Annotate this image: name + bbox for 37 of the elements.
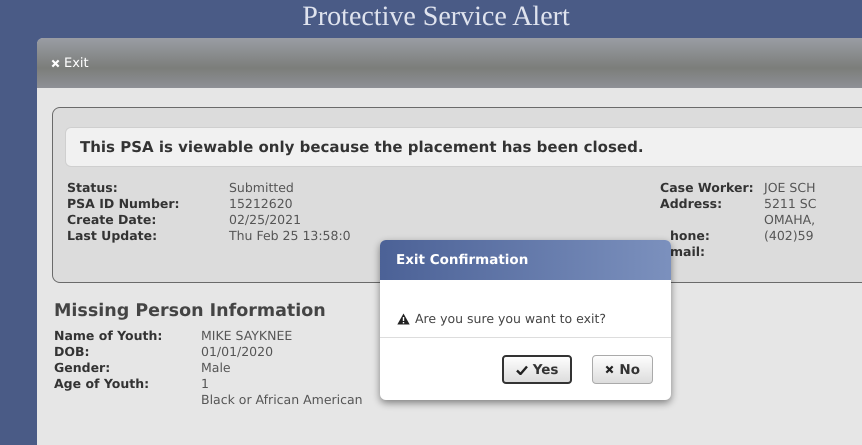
field-value: OMAHA,: [764, 212, 816, 228]
field-label: Case Worker:: [660, 180, 754, 196]
field-label: Status:: [67, 180, 118, 196]
field-label: mail:: [669, 244, 706, 260]
field-label: Name of Youth:: [54, 328, 162, 344]
dialog-button[interactable]: Yes: [502, 355, 572, 384]
field-label: Last Update:: [67, 228, 158, 244]
dialog-title: Exit Confirmation: [380, 240, 671, 280]
check-icon: [516, 364, 528, 374]
field-value: Submitted: [229, 180, 294, 196]
field-label: PSA ID Number:: [67, 196, 180, 212]
field-value: 01/01/2020: [201, 344, 274, 360]
field-label: Create Date:: [67, 212, 156, 228]
field-value: (402)59: [764, 228, 815, 244]
section-heading: Missing Person Information: [54, 301, 326, 321]
warning-icon: [397, 312, 410, 324]
field-label: Age of Youth:: [54, 376, 150, 392]
field-label: hone:: [669, 228, 710, 244]
close-icon: [605, 365, 614, 374]
field-value: 5211 SC: [764, 196, 818, 212]
field-value: MIKE SAYKNEE: [201, 328, 292, 344]
notice-banner: This PSA is viewable only because the placement has been closed.: [65, 127, 862, 167]
field-label: Address:: [660, 196, 722, 213]
field-label: DOB:: [54, 344, 90, 360]
close-icon: [51, 58, 60, 68]
dialog-message: Are you sure you want to exit?: [415, 311, 606, 326]
page-title: Protective Service Alert: [301, 2, 570, 32]
exit-button[interactable]: Exit: [51, 56, 89, 70]
field-value: 02/25/2021: [229, 212, 302, 228]
field-value: 1: [201, 376, 209, 392]
field-value: Male: [201, 360, 231, 376]
field-label: Gender:: [54, 360, 110, 376]
field-value: JOE SCH: [764, 180, 816, 196]
field-value: Thu Feb 25 13:58:0: [229, 228, 351, 244]
field-value: Black or African American: [201, 392, 363, 408]
dialog-button[interactable]: No: [592, 355, 653, 384]
field-value: 15212620: [229, 196, 293, 212]
